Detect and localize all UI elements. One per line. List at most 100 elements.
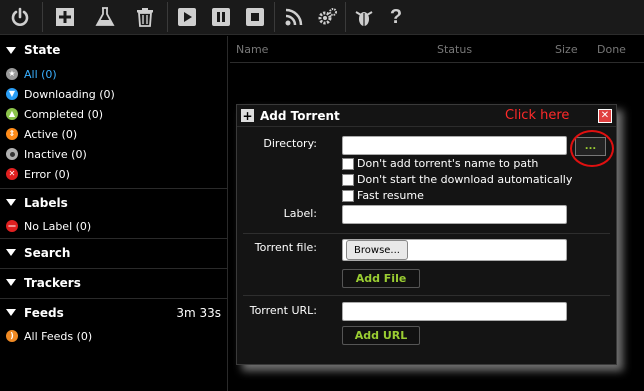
toolbar-separator [42,2,43,32]
sidebar-item-label: Active [24,127,59,141]
directory-label: Directory: [263,137,317,150]
updown-icon: ⇕ [6,128,18,140]
rss-icon: ) [6,330,18,342]
power-button[interactable] [0,1,40,34]
sidebar-item-label: Downloading [24,87,96,101]
create-torrent-button[interactable] [85,1,125,34]
sidebar-item-label: No Label [24,219,73,233]
sidebar-item-label: Error [24,167,51,181]
add-url-button[interactable]: Add URL [342,326,420,345]
sidebar-item-count: (0) [61,127,78,141]
pause-button[interactable] [204,1,238,34]
checkbox-label: Fast resume [357,189,424,202]
remove-button[interactable] [125,1,165,34]
feeds-timer: 3m 33s [176,305,221,320]
collapse-triangle-icon [6,249,16,256]
rss-icon [285,8,303,26]
add-icon [56,8,74,26]
label-input[interactable] [342,205,567,224]
play-icon [178,8,196,26]
toolbar: ? [0,0,644,35]
sidebar-item-active[interactable]: ⇕ Active (0) [0,124,227,144]
torrent-url-input[interactable] [342,302,567,321]
circle-icon [6,148,18,160]
sidebar-item-all-feeds[interactable]: ) All Feeds (0) [0,326,227,346]
column-header-name[interactable]: Name [236,43,268,56]
minus-icon: — [6,220,18,232]
help-icon: ? [389,5,403,28]
checkbox[interactable] [342,173,354,186]
checkbox-no-torrent-name[interactable]: Don't add torrent's name to path [342,157,538,170]
column-header-row: Name Status Size Done [230,36,644,63]
browse-button[interactable]: Browse... [346,240,408,260]
settings-button[interactable] [311,1,343,34]
sidebar-item-error[interactable]: ✕ Error (0) [0,164,227,184]
label-label: Label: [283,207,317,220]
add-torrent-dialog: + Add Torrent Click here ✕ Directory: ..… [236,104,617,365]
toolbar-separator [167,2,168,32]
plus-icon: + [241,108,254,123]
column-header-status[interactable]: Status [437,43,472,56]
sidebar-item-label: Completed [24,107,84,121]
rss-button[interactable] [277,1,311,34]
checkbox[interactable] [342,189,354,202]
click-here-annotation: Click here [505,108,570,123]
resume-button[interactable] [170,1,204,34]
column-header-size[interactable]: Size [555,43,578,56]
section-search-header[interactable]: Search [0,238,227,266]
section-title: State [24,43,61,57]
stop-button[interactable] [238,1,272,34]
sidebar-item-downloading[interactable]: ▼ Downloading (0) [0,84,227,104]
torrent-file-input[interactable]: Browse... [342,239,567,261]
sidebar-item-no-label[interactable]: — No Label (0) [0,216,227,236]
section-title: Search [24,245,71,260]
checkbox-fast-resume[interactable]: Fast resume [342,189,424,202]
sidebar-item-count: (0) [41,67,57,81]
sidebar-item-count: (0) [71,147,87,161]
section-title: Feeds [24,305,64,320]
collapse-triangle-icon [6,199,16,206]
sidebar-item-all[interactable]: ★ All (0) [0,64,227,84]
sidebar: State ★ All (0) ▼ Downloading (0) ▲ Comp… [0,36,228,391]
sidebar-item-inactive[interactable]: Inactive (0) [0,144,227,164]
section-trackers-header[interactable]: Trackers [0,268,227,296]
column-header-done[interactable]: Done [597,43,626,56]
checkbox-dont-start[interactable]: Don't start the download automatically [342,173,572,186]
dialog-title: Add Torrent [260,108,340,123]
divider [243,233,610,234]
collapse-triangle-icon [6,309,16,316]
collapse-triangle-icon [6,279,16,286]
collapse-triangle-icon [6,46,16,54]
sidebar-item-count: (0) [87,107,104,121]
trash-icon [137,8,153,27]
directory-input[interactable] [342,136,567,155]
close-icon: ✕ [600,110,610,121]
section-state-header[interactable]: State [0,36,227,64]
sidebar-item-completed[interactable]: ▲ Completed (0) [0,104,227,124]
checkbox-label: Don't add torrent's name to path [357,157,539,170]
checkbox[interactable] [342,157,354,170]
bug-icon [355,11,373,26]
debug-button[interactable] [348,1,380,34]
sidebar-item-count: (0) [75,219,92,233]
add-file-button[interactable]: Add File [342,269,420,288]
section-labels-header[interactable]: Labels [0,188,227,216]
help-button[interactable]: ? [380,1,412,34]
x-icon: ✕ [6,168,18,180]
up-arrow-icon: ▲ [6,108,18,120]
star-icon: ★ [6,68,18,80]
sidebar-item-count: (0) [76,329,93,343]
pause-icon [212,8,230,26]
down-arrow-icon: ▼ [6,88,18,100]
highlight-circle-annotation [570,130,614,167]
torrent-file-label: Torrent file: [254,241,317,254]
toolbar-separator [345,2,346,32]
power-icon [11,7,29,26]
sidebar-item-count: (0) [54,167,70,181]
checkbox-label: Don't start the download automatically [357,173,573,186]
section-feeds-header[interactable]: Feeds 3m 33s [0,298,227,326]
stop-icon [246,8,264,26]
flask-icon [95,7,115,26]
add-torrent-button[interactable] [45,1,85,34]
close-button[interactable]: ✕ [598,109,612,123]
